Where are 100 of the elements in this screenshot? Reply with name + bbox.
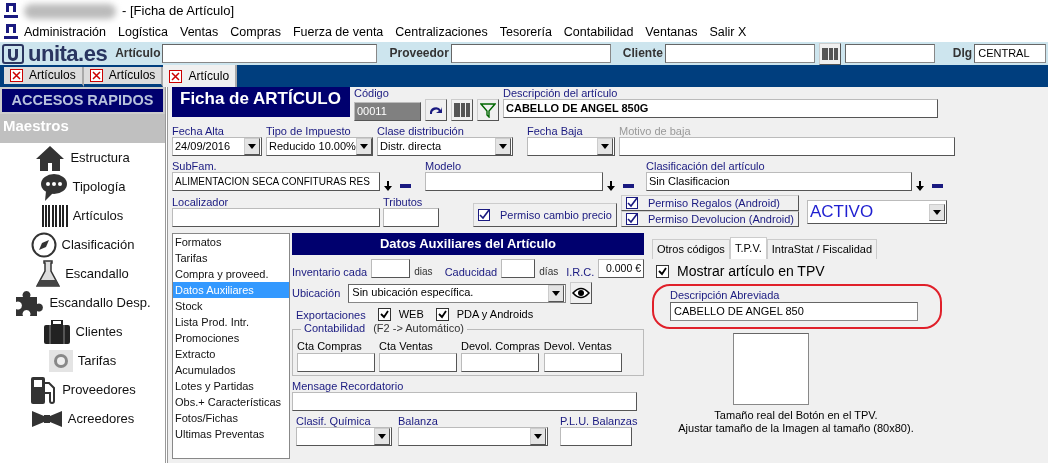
input-field[interactable] xyxy=(560,427,632,447)
input-field[interactable]: 00011 xyxy=(354,102,421,121)
shortcut-item[interactable]: Clasificación xyxy=(0,230,165,260)
input-field[interactable] xyxy=(501,259,536,278)
shortcut-item[interactable]: Artículos xyxy=(0,201,165,231)
barcode-button[interactable] xyxy=(818,42,841,65)
permission-toggle[interactable]: Permiso cambio precio xyxy=(473,203,617,227)
section-item[interactable]: Formatos xyxy=(173,234,289,250)
menu-item[interactable]: Tesorería xyxy=(493,24,558,40)
dropdown-field[interactable]: ACTIVO xyxy=(806,200,947,224)
dropdown-field[interactable]: Distr. directa xyxy=(377,137,513,156)
tab[interactable]: IntraStat / Fiscalidad xyxy=(766,239,878,259)
refresh-button[interactable] xyxy=(425,99,447,121)
input-field[interactable] xyxy=(425,172,603,191)
shortcut-item[interactable]: Escandallo xyxy=(0,259,165,289)
barcode-button[interactable] xyxy=(451,99,473,121)
checkbox-label: Mostrar artículo en TPV xyxy=(677,263,825,280)
input-field[interactable] xyxy=(172,208,380,227)
shortcut-item[interactable]: Clientes xyxy=(0,317,165,347)
field-label: SubFam. xyxy=(172,160,218,172)
app-icon xyxy=(4,3,18,19)
menu-item[interactable]: Centralizaciones xyxy=(389,24,494,40)
input-field[interactable] xyxy=(371,259,411,278)
input-field[interactable] xyxy=(450,44,611,63)
dropdown-field[interactable] xyxy=(527,137,615,156)
input-field[interactable]: Sin Clasificacion xyxy=(646,172,912,191)
section-item[interactable]: Compra y proveed. xyxy=(173,266,289,282)
shortcut-item[interactable]: Estructura xyxy=(0,143,165,173)
menu-item[interactable]: Ventas xyxy=(174,24,225,40)
menu-item[interactable]: Administración xyxy=(18,24,112,40)
input-field[interactable] xyxy=(664,44,815,63)
checkbox-icon[interactable] xyxy=(478,209,490,221)
close-icon[interactable] xyxy=(169,69,183,83)
section-item[interactable]: Ultimas Preventas xyxy=(173,426,289,442)
section-item[interactable]: Stock xyxy=(173,298,289,314)
input-field[interactable] xyxy=(844,44,935,63)
menu-item[interactable]: Contabilidad xyxy=(557,24,640,40)
window-tab[interactable]: Artículo xyxy=(163,65,238,87)
permission-toggle[interactable]: Permiso Devolucion (Android) xyxy=(620,211,799,227)
menu-item[interactable]: Ventanas xyxy=(639,24,704,40)
close-icon[interactable] xyxy=(10,69,23,82)
dropdown-field[interactable] xyxy=(296,427,392,447)
window-tab[interactable]: Artículos xyxy=(83,67,164,87)
input-field[interactable] xyxy=(297,353,375,373)
section-item[interactable]: Lista Prod. Intr. xyxy=(173,314,289,330)
input-field[interactable]: CABELLO DE ANGEL 850G xyxy=(503,99,938,118)
input-field[interactable]: CENTRAL xyxy=(974,44,1046,63)
menu-item[interactable]: Compras xyxy=(224,24,287,40)
checkbox[interactable] xyxy=(656,264,669,278)
eye-button[interactable] xyxy=(570,282,593,304)
down-arrow-icon[interactable] xyxy=(916,181,924,191)
shortcut-item[interactable]: Proveedores xyxy=(0,375,165,405)
menu-item[interactable]: Salir X xyxy=(703,24,753,40)
filter-icon xyxy=(480,102,496,118)
menu-item[interactable]: Logística xyxy=(112,24,174,40)
input-field[interactable] xyxy=(292,392,637,412)
shortcut-item[interactable]: Tarifas xyxy=(0,346,165,376)
checkbox-icon[interactable] xyxy=(625,213,638,225)
input-field[interactable] xyxy=(379,353,457,373)
tab[interactable]: Otros códigos xyxy=(652,239,730,259)
window-tab[interactable]: Artículos xyxy=(4,67,84,87)
section-item[interactable]: Acumulados xyxy=(173,362,289,378)
dropdown-field[interactable]: Sin ubicación específica. xyxy=(348,283,567,303)
dropdown-field[interactable]: 24/09/2016 xyxy=(172,137,262,156)
close-icon[interactable] xyxy=(89,69,103,82)
shortcut-item[interactable]: Tipología xyxy=(0,172,165,202)
input-field[interactable]: 0.000 € xyxy=(598,259,644,278)
section-item[interactable]: Obs.+ Características xyxy=(173,394,289,410)
input-field[interactable] xyxy=(619,137,955,156)
bow-tie-icon xyxy=(30,409,63,428)
section-item[interactable]: Promociones xyxy=(173,330,289,346)
section-item[interactable]: Fotos/Fichas xyxy=(173,410,289,426)
section-item[interactable]: Extracto xyxy=(173,346,289,362)
input-field[interactable] xyxy=(162,44,378,63)
house-icon xyxy=(35,144,66,171)
input-field[interactable] xyxy=(461,353,539,373)
checkbox-icon[interactable] xyxy=(625,197,638,209)
menu-item[interactable]: Fuerza de venta xyxy=(286,24,390,40)
dropdown-field[interactable]: Reducido 10.00% xyxy=(266,137,373,156)
checkbox[interactable] xyxy=(377,308,391,322)
compass-icon xyxy=(30,231,57,258)
field-label: Descripción del artículo xyxy=(503,87,619,99)
panel-header: Datos Auxiliares del Artículo xyxy=(292,233,644,255)
input-field[interactable]: ALIMENTACION SECA CONFITURAS RES xyxy=(172,172,380,191)
group-hint: (F2 -> Automático) xyxy=(373,322,464,335)
section-item[interactable]: Tarifas xyxy=(173,250,289,266)
filter-button[interactable] xyxy=(477,99,499,121)
dropdown-field[interactable] xyxy=(398,427,548,447)
input-field[interactable] xyxy=(543,353,622,373)
input-field[interactable]: CABELLO DE ANGEL 850 xyxy=(670,302,918,321)
puzzle-icon xyxy=(14,288,45,317)
permission-toggle[interactable]: Permiso Regalos (Android) xyxy=(620,195,799,211)
checkbox[interactable] xyxy=(435,308,449,322)
shortcut-item[interactable]: Escandallo Desp. xyxy=(0,288,165,318)
shortcut-item[interactable]: Acreedores xyxy=(0,404,165,434)
tab[interactable]: T.P.V. xyxy=(729,237,767,259)
input-field[interactable] xyxy=(383,208,439,227)
down-arrow-icon[interactable] xyxy=(607,181,615,191)
down-arrow-icon[interactable] xyxy=(384,181,392,191)
section-item[interactable]: Lotes y Partidas xyxy=(173,378,289,394)
